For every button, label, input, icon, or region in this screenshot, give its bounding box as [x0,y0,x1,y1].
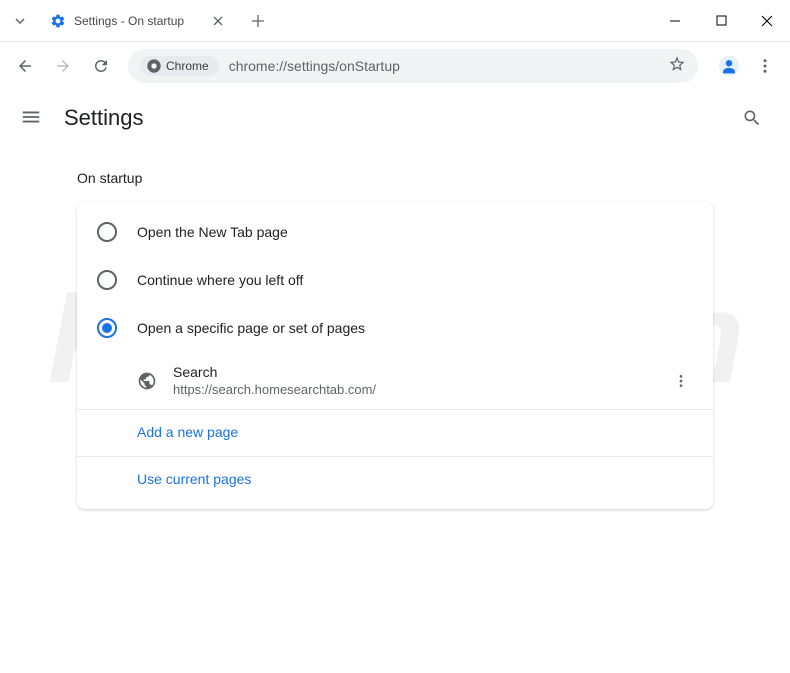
kebab-icon [673,373,689,389]
minimize-icon [669,15,681,27]
radio-specific-pages[interactable]: Open a specific page or set of pages [77,304,713,352]
site-chip[interactable]: Chrome [140,56,219,76]
radio-label: Continue where you left off [137,272,303,288]
browser-menu-button[interactable] [748,49,782,83]
globe-icon [137,371,157,391]
profile-icon [718,55,740,77]
window-maximize-button[interactable] [698,0,744,42]
browser-toolbar: Chrome chrome://settings/onStartup [0,42,790,90]
radio-label: Open the New Tab page [137,224,288,240]
reload-icon [92,57,110,75]
radio-continue[interactable]: Continue where you left off [77,256,713,304]
close-icon [761,15,773,27]
startup-card: Open the New Tab page Continue where you… [77,202,713,509]
address-bar[interactable]: Chrome chrome://settings/onStartup [128,49,698,83]
startup-page-row: Search https://search.homesearchtab.com/ [77,352,713,409]
radio-label: Open a specific page or set of pages [137,320,365,336]
arrow-left-icon [16,57,34,75]
maximize-icon [716,15,727,26]
tab-search-button[interactable] [10,15,30,27]
radio-new-tab[interactable]: Open the New Tab page [77,208,713,256]
search-settings-button[interactable] [734,100,770,136]
settings-menu-button[interactable] [20,106,44,130]
startup-page-name: Search [173,364,669,380]
radio-indicator [97,318,117,338]
settings-content: On startup Open the New Tab page Continu… [0,170,790,509]
reload-button[interactable] [84,49,118,83]
url-text: chrome://settings/onStartup [229,58,668,74]
kebab-icon [756,57,774,75]
radio-indicator [97,222,117,242]
bookmark-button[interactable] [668,55,686,78]
forward-button[interactable] [46,49,80,83]
star-icon [668,55,686,73]
add-new-page-row[interactable]: Add a new page [77,409,713,456]
back-button[interactable] [8,49,42,83]
hamburger-icon [20,106,42,128]
plus-icon [251,14,265,28]
browser-tab[interactable]: Settings - On startup [38,4,238,38]
new-tab-button[interactable] [244,7,272,35]
tab-close-button[interactable] [210,13,226,29]
radio-indicator [97,270,117,290]
settings-gear-icon [50,13,66,29]
profile-button[interactable] [714,51,744,81]
search-icon [742,108,762,128]
use-current-pages-link: Use current pages [137,471,251,487]
close-icon [213,16,223,26]
settings-header: Settings [0,90,790,146]
page-title: Settings [64,105,734,131]
section-title: On startup [77,170,713,186]
chevron-down-icon [14,15,26,27]
arrow-right-icon [54,57,72,75]
page-row-menu-button[interactable] [669,369,693,393]
startup-page-url: https://search.homesearchtab.com/ [173,382,669,397]
window-close-button[interactable] [744,0,790,42]
add-new-page-link: Add a new page [137,424,238,440]
chrome-icon [146,58,162,74]
window-minimize-button[interactable] [652,0,698,42]
site-chip-label: Chrome [166,59,209,73]
use-current-pages-row[interactable]: Use current pages [77,456,713,503]
window-titlebar: Settings - On startup [0,0,790,42]
tab-title: Settings - On startup [74,14,210,28]
